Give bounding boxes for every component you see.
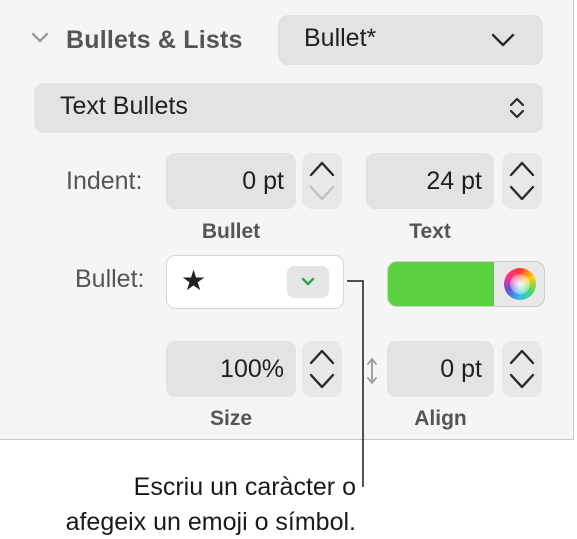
callout-text-line-1: Escriu un caràcter o xyxy=(133,473,356,501)
callout-text-line-2: afegeix un emoji o símbol. xyxy=(65,508,356,536)
callout-leader-line xyxy=(347,280,364,487)
